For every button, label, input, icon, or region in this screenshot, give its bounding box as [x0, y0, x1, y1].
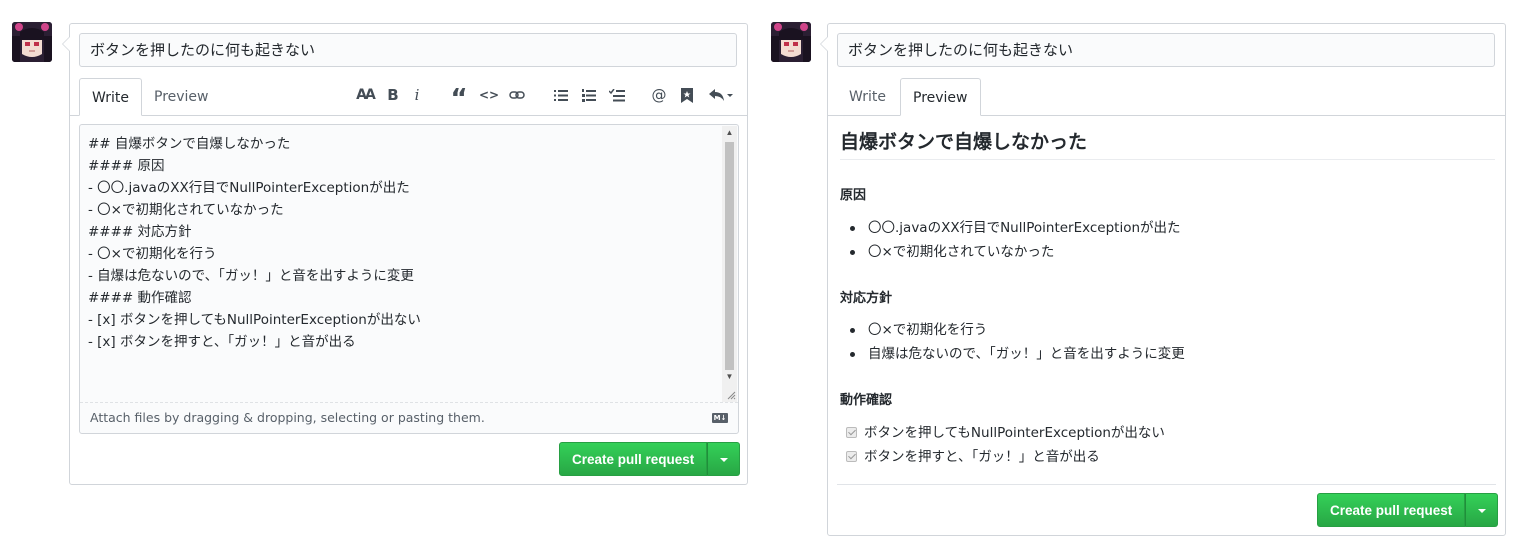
text-line: - [x] ボタンを押してもNullPointerExceptionが出ない	[88, 312, 421, 328]
text-line: #### 原因	[88, 158, 165, 174]
comment-form-write: ボタンを押したのに何も起きない Write Preview AA B i “ <…	[62, 23, 748, 485]
list-item: 〇〇.javaのXX行目でNullPointerExceptionが出た	[840, 216, 1181, 240]
text-line: - 〇×で初期化を行う	[88, 246, 217, 262]
tab-preview[interactable]: Preview	[142, 78, 221, 116]
text-line: - 自爆は危ないので、「ガッ！」と音を出すように変更	[88, 268, 414, 284]
reply-dropdown-icon[interactable]	[704, 80, 738, 110]
preview-heading-h2: 自爆ボタンで自爆しなかった	[840, 127, 1495, 160]
comment-body-textarea[interactable]: ## 自爆ボタンで自爆しなかった #### 原因 - 〇〇.javaのXX行目で…	[79, 124, 739, 434]
preview-heading-h4: 対応方針	[840, 291, 893, 306]
scroll-down-icon[interactable]: ▼	[722, 370, 737, 384]
code-icon[interactable]: <>	[476, 80, 502, 110]
tab-write[interactable]: Write	[79, 78, 142, 116]
textarea-content[interactable]: ## 自爆ボタンで自爆しなかった #### 原因 - 〇〇.javaのXX行目で…	[88, 133, 718, 353]
attach-files-text: Attach files by dragging & dropping, sel…	[90, 410, 485, 425]
submit-button-group: Create pull request	[1317, 493, 1499, 527]
attach-files-bar[interactable]: Attach files by dragging & dropping, sel…	[80, 402, 738, 433]
ordered-list-icon[interactable]	[576, 80, 602, 110]
user-avatar[interactable]	[771, 22, 811, 62]
italic-icon[interactable]: i	[404, 80, 430, 110]
preview-bullet-list: 〇〇.javaのXX行目でNullPointerExceptionが出た 〇×で…	[840, 216, 1181, 264]
chevron-down-icon[interactable]	[1465, 493, 1499, 527]
resize-handle-icon[interactable]	[726, 390, 736, 400]
link-icon[interactable]	[504, 80, 530, 110]
preview-heading-h4: 動作確認	[840, 393, 893, 408]
task-label: ボタンを押すと、「ガッ！」と音が出る	[864, 449, 1100, 465]
text-line: - 〇×で初期化されていなかった	[88, 202, 284, 218]
tab-write[interactable]: Write	[837, 78, 898, 116]
list-item: 自爆は危ないので、「ガッ！」と音を出すように変更	[840, 342, 1185, 366]
bold-icon[interactable]: B	[380, 80, 406, 110]
comment-form-preview: ボタンを押したのに何も起きない Write Preview 自爆ボタンで自爆しな…	[820, 23, 1506, 536]
list-item: 〇×で初期化されていなかった	[840, 240, 1181, 264]
task-label: ボタンを押してもNullPointerExceptionが出ない	[864, 425, 1165, 441]
task-list-item: ボタンを押すと、「ガッ！」と音が出る	[840, 445, 1165, 469]
markdown-toolbar: AA B i “ <> @	[350, 80, 740, 114]
task-list-item: ボタンを押してもNullPointerExceptionが出ない	[840, 421, 1165, 445]
create-pull-request-button[interactable]: Create pull request	[559, 442, 708, 476]
checkbox-checked	[846, 451, 857, 462]
create-pull-request-button[interactable]: Create pull request	[1317, 493, 1466, 527]
text-line: #### 動作確認	[88, 290, 192, 306]
submit-button-group: Create pull request	[559, 442, 741, 476]
vertical-scrollbar[interactable]: ▲ ▼	[722, 126, 737, 402]
text-line: - 〇〇.javaのXX行目でNullPointerExceptionが出た	[88, 180, 410, 196]
text-line: - [x] ボタンを押すと、「ガッ！」と音が出る	[88, 334, 356, 350]
tab-preview[interactable]: Preview	[900, 78, 981, 116]
scroll-up-icon[interactable]: ▲	[722, 126, 737, 140]
title-input[interactable]: ボタンを押したのに何も起きない	[79, 33, 737, 67]
saved-reply-icon[interactable]	[674, 80, 700, 110]
markdown-icon[interactable]: M↓	[712, 413, 728, 423]
markdown-preview: 自爆ボタンで自爆しなかった 原因 〇〇.javaのXX行目でNullPointe…	[840, 127, 1495, 465]
checkbox-checked	[846, 427, 857, 438]
chevron-down-icon[interactable]	[707, 442, 741, 476]
preview-bullet-list: 〇×で初期化を行う 自爆は危ないので、「ガッ！」と音を出すように変更	[840, 318, 1185, 366]
preview-heading-h4: 原因	[840, 188, 867, 203]
header-icon[interactable]: AA	[352, 80, 378, 110]
unordered-list-icon[interactable]	[548, 80, 574, 110]
text-line: ## 自爆ボタンで自爆しなかった	[88, 136, 291, 152]
scrollbar-thumb[interactable]	[725, 142, 734, 370]
task-list-icon[interactable]	[604, 80, 630, 110]
user-avatar[interactable]	[12, 22, 52, 62]
mention-icon[interactable]: @	[646, 80, 672, 110]
quote-icon[interactable]: “	[446, 80, 472, 114]
list-item: 〇×で初期化を行う	[840, 318, 1185, 342]
preview-task-list: ボタンを押してもNullPointerExceptionが出ない ボタンを押すと…	[840, 421, 1165, 469]
title-input[interactable]: ボタンを押したのに何も起きない	[837, 33, 1495, 67]
text-line: #### 対応方針	[88, 224, 192, 240]
